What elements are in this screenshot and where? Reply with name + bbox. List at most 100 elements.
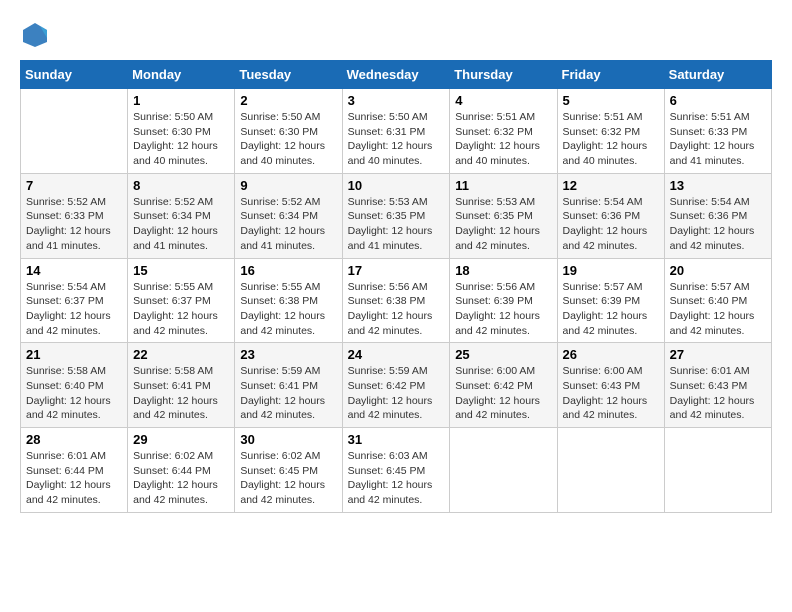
day-number: 8	[133, 178, 229, 193]
week-row-3: 21 Sunrise: 5:58 AM Sunset: 6:40 PM Dayli…	[21, 343, 772, 428]
day-info: Sunrise: 6:03 AM Sunset: 6:45 PM Dayligh…	[348, 449, 445, 508]
day-cell: 31 Sunrise: 6:03 AM Sunset: 6:45 PM Dayli…	[342, 428, 450, 513]
day-cell: 8Sunrise: 5:52 AM Sunset: 6:34 PM Daylig…	[128, 173, 235, 258]
page-header	[20, 20, 772, 50]
day-number: 22	[133, 347, 229, 362]
day-info: Sunrise: 5:54 AM Sunset: 6:36 PM Dayligh…	[563, 195, 659, 254]
day-info: Sunrise: 5:57 AM Sunset: 6:39 PM Dayligh…	[563, 280, 659, 339]
day-number: 9	[240, 178, 336, 193]
day-info: Sunrise: 5:55 AM Sunset: 6:38 PM Dayligh…	[240, 280, 336, 339]
day-number: 31	[348, 432, 445, 447]
day-number: 14	[26, 263, 122, 278]
day-number: 15	[133, 263, 229, 278]
day-cell: 19 Sunrise: 5:57 AM Sunset: 6:39 PM Dayli…	[557, 258, 664, 343]
day-info: Sunrise: 5:51 AM Sunset: 6:33 PM Dayligh…	[670, 110, 766, 169]
day-cell: 23 Sunrise: 5:59 AM Sunset: 6:41 PM Dayli…	[235, 343, 342, 428]
day-number: 25	[455, 347, 551, 362]
day-number: 11	[455, 178, 551, 193]
day-info: Sunrise: 5:50 AM Sunset: 6:30 PM Dayligh…	[133, 110, 229, 169]
header-thursday: Thursday	[450, 61, 557, 89]
day-info: Sunrise: 5:58 AM Sunset: 6:40 PM Dayligh…	[26, 364, 122, 423]
day-cell: 17 Sunrise: 5:56 AM Sunset: 6:38 PM Dayli…	[342, 258, 450, 343]
day-cell: 1 Sunrise: 5:50 AM Sunset: 6:30 PM Daylig…	[128, 89, 235, 174]
day-cell: 22Sunrise: 5:58 AM Sunset: 6:41 PM Dayli…	[128, 343, 235, 428]
day-info: Sunrise: 5:54 AM Sunset: 6:36 PM Dayligh…	[670, 195, 766, 254]
day-number: 4	[455, 93, 551, 108]
day-info: Sunrise: 5:59 AM Sunset: 6:41 PM Dayligh…	[240, 364, 336, 423]
week-row-0: 1 Sunrise: 5:50 AM Sunset: 6:30 PM Daylig…	[21, 89, 772, 174]
day-number: 16	[240, 263, 336, 278]
day-cell	[664, 428, 771, 513]
day-info: Sunrise: 6:01 AM Sunset: 6:44 PM Dayligh…	[26, 449, 122, 508]
day-number: 26	[563, 347, 659, 362]
calendar-table: SundayMondayTuesdayWednesdayThursdayFrid…	[20, 60, 772, 513]
day-info: Sunrise: 6:02 AM Sunset: 6:44 PM Dayligh…	[133, 449, 229, 508]
day-info: Sunrise: 5:52 AM Sunset: 6:33 PM Dayligh…	[26, 195, 122, 254]
day-number: 19	[563, 263, 659, 278]
day-cell: 5 Sunrise: 5:51 AM Sunset: 6:32 PM Daylig…	[557, 89, 664, 174]
day-number: 30	[240, 432, 336, 447]
day-number: 29	[133, 432, 229, 447]
day-number: 6	[670, 93, 766, 108]
day-info: Sunrise: 5:54 AM Sunset: 6:37 PM Dayligh…	[26, 280, 122, 339]
day-number: 10	[348, 178, 445, 193]
day-info: Sunrise: 6:02 AM Sunset: 6:45 PM Dayligh…	[240, 449, 336, 508]
day-number: 28	[26, 432, 122, 447]
day-number: 3	[348, 93, 445, 108]
day-cell: 9 Sunrise: 5:52 AM Sunset: 6:34 PM Daylig…	[235, 173, 342, 258]
day-cell: 26 Sunrise: 6:00 AM Sunset: 6:43 PM Dayli…	[557, 343, 664, 428]
header-monday: Monday	[128, 61, 235, 89]
day-cell	[21, 89, 128, 174]
logo	[20, 20, 54, 50]
day-info: Sunrise: 6:00 AM Sunset: 6:43 PM Dayligh…	[563, 364, 659, 423]
day-info: Sunrise: 5:50 AM Sunset: 6:31 PM Dayligh…	[348, 110, 445, 169]
day-cell: 28 Sunrise: 6:01 AM Sunset: 6:44 PM Dayli…	[21, 428, 128, 513]
day-info: Sunrise: 5:53 AM Sunset: 6:35 PM Dayligh…	[348, 195, 445, 254]
header-sunday: Sunday	[21, 61, 128, 89]
day-number: 1	[133, 93, 229, 108]
day-number: 2	[240, 93, 336, 108]
day-cell	[450, 428, 557, 513]
day-cell: 13 Sunrise: 5:54 AM Sunset: 6:36 PM Dayli…	[664, 173, 771, 258]
day-cell: 16 Sunrise: 5:55 AM Sunset: 6:38 PM Dayli…	[235, 258, 342, 343]
day-cell: 27Sunrise: 6:01 AM Sunset: 6:43 PM Dayli…	[664, 343, 771, 428]
day-cell: 6 Sunrise: 5:51 AM Sunset: 6:33 PM Daylig…	[664, 89, 771, 174]
day-cell: 12 Sunrise: 5:54 AM Sunset: 6:36 PM Dayli…	[557, 173, 664, 258]
day-info: Sunrise: 5:51 AM Sunset: 6:32 PM Dayligh…	[455, 110, 551, 169]
day-info: Sunrise: 5:51 AM Sunset: 6:32 PM Dayligh…	[563, 110, 659, 169]
day-info: Sunrise: 5:59 AM Sunset: 6:42 PM Dayligh…	[348, 364, 445, 423]
day-number: 13	[670, 178, 766, 193]
week-row-1: 7Sunrise: 5:52 AM Sunset: 6:33 PM Daylig…	[21, 173, 772, 258]
day-cell: 14 Sunrise: 5:54 AM Sunset: 6:37 PM Dayli…	[21, 258, 128, 343]
header-row: SundayMondayTuesdayWednesdayThursdayFrid…	[21, 61, 772, 89]
day-cell: 25Sunrise: 6:00 AM Sunset: 6:42 PM Dayli…	[450, 343, 557, 428]
header-saturday: Saturday	[664, 61, 771, 89]
day-cell: 24 Sunrise: 5:59 AM Sunset: 6:42 PM Dayli…	[342, 343, 450, 428]
day-info: Sunrise: 5:53 AM Sunset: 6:35 PM Dayligh…	[455, 195, 551, 254]
day-number: 21	[26, 347, 122, 362]
day-cell: 10 Sunrise: 5:53 AM Sunset: 6:35 PM Dayli…	[342, 173, 450, 258]
day-cell: 7Sunrise: 5:52 AM Sunset: 6:33 PM Daylig…	[21, 173, 128, 258]
header-friday: Friday	[557, 61, 664, 89]
week-row-2: 14 Sunrise: 5:54 AM Sunset: 6:37 PM Dayli…	[21, 258, 772, 343]
day-number: 24	[348, 347, 445, 362]
day-number: 17	[348, 263, 445, 278]
day-cell: 30 Sunrise: 6:02 AM Sunset: 6:45 PM Dayli…	[235, 428, 342, 513]
day-cell: 3 Sunrise: 5:50 AM Sunset: 6:31 PM Daylig…	[342, 89, 450, 174]
day-number: 12	[563, 178, 659, 193]
day-number: 20	[670, 263, 766, 278]
day-cell: 4 Sunrise: 5:51 AM Sunset: 6:32 PM Daylig…	[450, 89, 557, 174]
day-number: 5	[563, 93, 659, 108]
day-cell: 15Sunrise: 5:55 AM Sunset: 6:37 PM Dayli…	[128, 258, 235, 343]
day-info: Sunrise: 5:57 AM Sunset: 6:40 PM Dayligh…	[670, 280, 766, 339]
day-cell: 21 Sunrise: 5:58 AM Sunset: 6:40 PM Dayli…	[21, 343, 128, 428]
day-number: 23	[240, 347, 336, 362]
day-info: Sunrise: 6:01 AM Sunset: 6:43 PM Dayligh…	[670, 364, 766, 423]
day-info: Sunrise: 5:56 AM Sunset: 6:38 PM Dayligh…	[348, 280, 445, 339]
day-cell: 29 Sunrise: 6:02 AM Sunset: 6:44 PM Dayli…	[128, 428, 235, 513]
day-cell: 20 Sunrise: 5:57 AM Sunset: 6:40 PM Dayli…	[664, 258, 771, 343]
day-info: Sunrise: 5:52 AM Sunset: 6:34 PM Dayligh…	[240, 195, 336, 254]
week-row-4: 28 Sunrise: 6:01 AM Sunset: 6:44 PM Dayli…	[21, 428, 772, 513]
day-cell: 18Sunrise: 5:56 AM Sunset: 6:39 PM Dayli…	[450, 258, 557, 343]
day-number: 18	[455, 263, 551, 278]
